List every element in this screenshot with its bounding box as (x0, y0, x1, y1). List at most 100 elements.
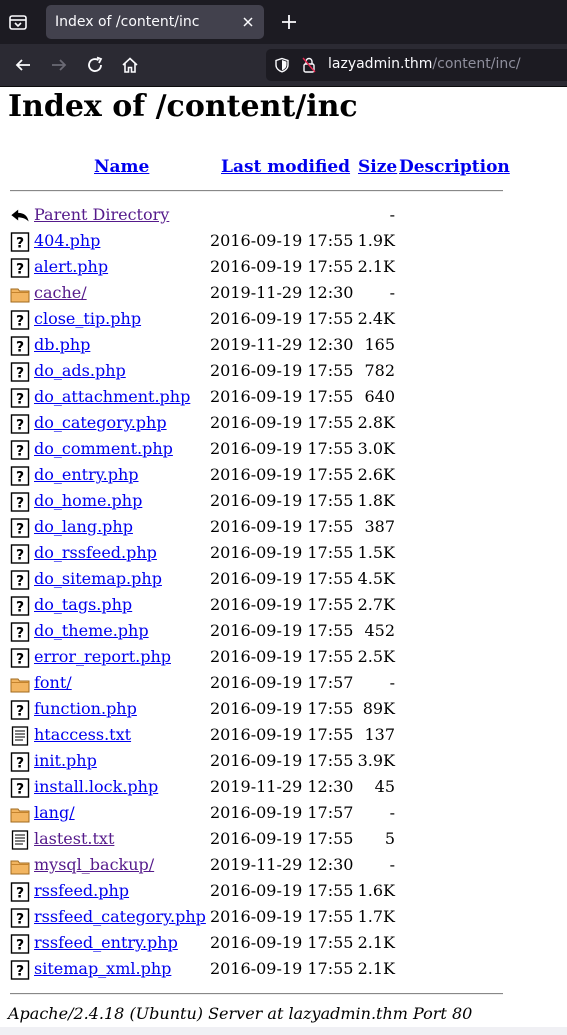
shield-icon[interactable] (274, 57, 290, 73)
file-link[interactable]: function.php (34, 699, 137, 718)
new-tab-icon[interactable] (280, 13, 298, 31)
unknown-file-icon: ? (10, 232, 30, 252)
file-size: 1.8K (357, 491, 395, 510)
file-size: - (389, 283, 395, 302)
page-title: Index of /content/inc (8, 89, 358, 124)
file-link[interactable]: do_sitemap.php (34, 569, 162, 588)
file-link[interactable]: do_tags.php (34, 595, 132, 614)
file-link[interactable]: do_entry.php (34, 465, 139, 484)
svg-text:?: ? (16, 626, 24, 642)
svg-text:?: ? (16, 470, 24, 486)
last-modified: 2016-09-19 17:55 (210, 231, 354, 250)
last-modified: 2016-09-19 17:55 (210, 751, 354, 770)
unknown-file-icon: ? (10, 596, 30, 616)
last-modified: 2016-09-19 17:55 (210, 595, 354, 614)
back-icon (10, 206, 30, 226)
unknown-file-icon: ? (10, 700, 30, 720)
unknown-file-icon: ? (10, 882, 30, 902)
unknown-file-icon: ? (10, 466, 30, 486)
file-link[interactable]: mysql_backup/ (34, 855, 154, 874)
unknown-file-icon: ? (10, 362, 30, 382)
url-host: lazyadmin.thm (328, 56, 433, 72)
unknown-file-icon: ? (10, 258, 30, 278)
file-link[interactable]: rssfeed_entry.php (34, 933, 178, 952)
home-icon[interactable] (120, 55, 140, 75)
file-link[interactable]: sitemap_xml.php (34, 959, 171, 978)
file-link[interactable]: do_lang.php (34, 517, 133, 536)
table-row: ? function.php 2016-09-19 17:55 89K (0, 697, 567, 723)
file-link[interactable]: error_report.php (34, 647, 171, 666)
tab-title: Index of /content/inc (55, 14, 200, 30)
file-link[interactable]: close_tip.php (34, 309, 141, 328)
svg-text:?: ? (16, 886, 24, 902)
file-link[interactable]: db.php (34, 335, 90, 354)
file-link[interactable]: init.php (34, 751, 97, 770)
back-arrow-icon[interactable] (13, 55, 33, 75)
svg-text:?: ? (16, 938, 24, 954)
file-size: 2.1K (357, 933, 395, 952)
top-divider (10, 190, 503, 192)
file-link[interactable]: do_attachment.php (34, 387, 190, 406)
file-link[interactable]: htaccess.txt (34, 725, 131, 744)
lock-icon[interactable] (302, 57, 316, 73)
table-row: ? rssfeed_category.php 2016-09-19 17:55 1.7… (0, 905, 567, 931)
file-link[interactable]: lang/ (34, 803, 75, 822)
file-size: 2.1K (357, 257, 395, 276)
table-row: ? do_sitemap.php 2016-09-19 17:55 4.5K (0, 567, 567, 593)
column-header-description[interactable]: Description (399, 157, 510, 177)
file-size: 1.5K (357, 543, 395, 562)
last-modified: 2016-09-19 17:57 (210, 673, 354, 692)
last-modified: 2016-09-19 17:57 (210, 803, 354, 822)
svg-text:?: ? (16, 236, 24, 252)
reload-icon[interactable] (85, 55, 105, 75)
text-file-icon (10, 726, 30, 746)
tab-list-icon[interactable] (8, 12, 28, 32)
bottom-divider (10, 993, 503, 995)
table-row: lang/2016-09-19 17:57 - (0, 801, 567, 827)
last-modified: 2016-09-19 17:55 (210, 933, 354, 952)
column-header-last-modified[interactable]: Last modified (221, 157, 350, 177)
file-size: - (389, 673, 395, 692)
file-link[interactable]: rssfeed_category.php (34, 907, 206, 926)
file-link[interactable]: do_category.php (34, 413, 167, 432)
folder-icon (10, 674, 30, 694)
table-row: ? do_rssfeed.php 2016-09-19 17:55 1.5K (0, 541, 567, 567)
active-tab[interactable]: Index of /content/inc (46, 5, 264, 39)
close-icon[interactable] (240, 14, 256, 30)
table-row: mysql_backup/2019-11-29 12:30 - (0, 853, 567, 879)
file-link[interactable]: cache/ (34, 283, 87, 302)
table-row: ? install.lock.php 2019-11-29 12:30 45 (0, 775, 567, 801)
file-link[interactable]: do_theme.php (34, 621, 149, 640)
svg-text:?: ? (16, 262, 24, 278)
file-link[interactable]: do_home.php (34, 491, 142, 510)
file-size: - (389, 803, 395, 822)
file-link[interactable]: do_comment.php (34, 439, 173, 458)
column-header-name[interactable]: Name (94, 157, 149, 177)
file-link[interactable]: font/ (34, 673, 72, 692)
table-row: cache/2019-11-29 12:30 - (0, 281, 567, 307)
svg-text:?: ? (16, 756, 24, 772)
file-link[interactable]: install.lock.php (34, 777, 158, 796)
file-link[interactable]: 404.php (34, 231, 100, 250)
address-bar[interactable]: lazyadmin.thm/content/inc/ (266, 49, 567, 81)
last-modified: 2016-09-19 17:55 (210, 699, 354, 718)
file-size: - (389, 855, 395, 874)
forward-arrow-icon[interactable] (49, 55, 69, 75)
last-modified: 2016-09-19 17:55 (210, 413, 354, 432)
file-link[interactable]: Parent Directory (34, 205, 169, 224)
folder-icon (10, 284, 30, 304)
table-row: Parent Directory - (0, 203, 567, 229)
file-link[interactable]: do_rssfeed.php (34, 543, 157, 562)
file-link[interactable]: do_ads.php (34, 361, 126, 380)
file-link[interactable]: lastest.txt (34, 829, 114, 848)
svg-text:?: ? (16, 548, 24, 564)
table-row: ? do_tags.php 2016-09-19 17:55 2.7K (0, 593, 567, 619)
file-link[interactable]: rssfeed.php (34, 881, 129, 900)
column-header-size[interactable]: Size (358, 157, 397, 177)
table-row: ? 404.php 2016-09-19 17:55 1.9K (0, 229, 567, 255)
unknown-file-icon: ? (10, 648, 30, 668)
chrome-divider (0, 86, 567, 87)
url-text: lazyadmin.thm/content/inc/ (328, 56, 521, 72)
file-link[interactable]: alert.php (34, 257, 108, 276)
svg-text:?: ? (16, 496, 24, 512)
